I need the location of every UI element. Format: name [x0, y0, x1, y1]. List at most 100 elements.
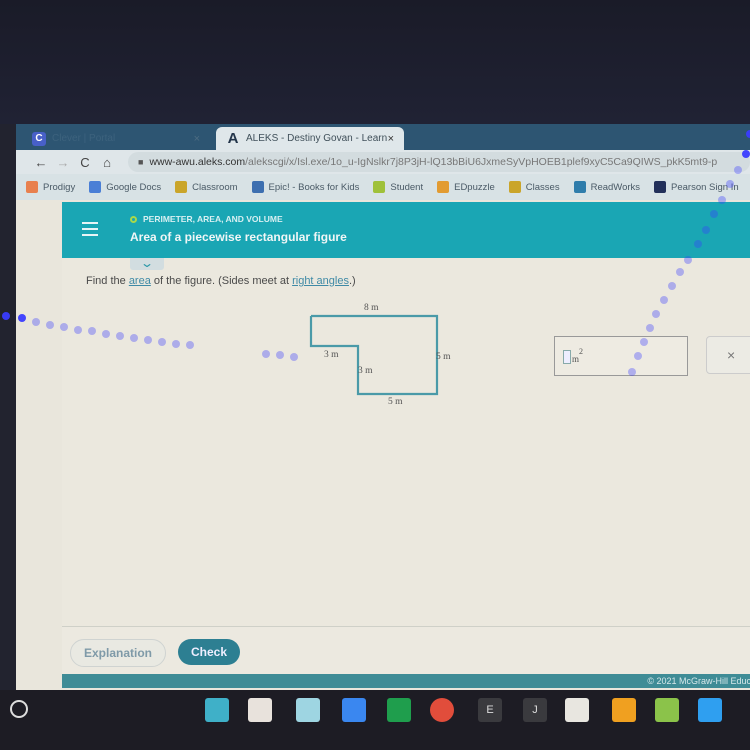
- pearson-icon: [654, 181, 667, 193]
- bookmark-label: Classes: [525, 181, 560, 193]
- bookmark-classes[interactable]: Classes: [508, 181, 560, 193]
- chrome-icon[interactable]: [430, 698, 454, 722]
- epic-icon: [251, 181, 264, 193]
- launcher-icon[interactable]: [10, 700, 28, 718]
- prodigy-icon: [26, 181, 38, 193]
- laser-dot: [116, 332, 124, 340]
- close-icon[interactable]: ×: [388, 133, 394, 145]
- laser-dot: [290, 353, 298, 361]
- monitor-edge: [0, 124, 16, 690]
- tab-clever[interactable]: C Clever | Portal ×: [22, 127, 210, 150]
- laser-dot: [130, 334, 138, 342]
- bookmarks-bar: Prodigy Google Docs Classroom Epic! - Books…: [16, 174, 750, 200]
- laser-dot: [172, 340, 180, 348]
- laser-dot: [88, 327, 96, 335]
- clever-icon: C: [32, 131, 46, 146]
- menu-icon[interactable]: [82, 222, 98, 240]
- prompt-text: .): [348, 275, 356, 287]
- clear-button[interactable]: ×: [706, 336, 750, 374]
- meet-icon[interactable]: [296, 698, 320, 722]
- tab-label: ALEKS - Destiny Govan - Learn: [246, 133, 388, 144]
- aleks-icon: A: [227, 130, 239, 147]
- laser-dot: [718, 196, 726, 204]
- topic-text: PERIMETER, AREA, AND VOLUME: [143, 214, 283, 224]
- check-button[interactable]: Check: [178, 639, 240, 665]
- bookmark-prodigy[interactable]: Prodigy: [26, 181, 75, 193]
- area-answer-input[interactable]: [563, 350, 571, 364]
- bookmark-label: Google Docs: [106, 181, 162, 193]
- close-icon[interactable]: ×: [194, 133, 200, 145]
- puzzle-icon[interactable]: [612, 698, 636, 722]
- right-angles-link[interactable]: right angles: [292, 275, 349, 287]
- bookmark-epic-books-for-kids[interactable]: Epic! - Books for Kids: [251, 181, 360, 193]
- laser-dot: [640, 338, 648, 346]
- os-shelf: EJ: [0, 690, 750, 750]
- area-link[interactable]: area: [129, 275, 151, 287]
- monitor-bezel: [0, 0, 750, 124]
- share-icon[interactable]: [655, 698, 679, 722]
- home-icon[interactable]: ⌂: [96, 155, 118, 170]
- close-icon: ×: [727, 347, 736, 363]
- tab-label: Clever | Portal: [52, 133, 116, 144]
- bookmark-google-docs[interactable]: Google Docs: [89, 181, 161, 193]
- bookmark-label: Prodigy: [43, 181, 76, 193]
- laser-dot: [676, 268, 684, 276]
- bookmark-readworks[interactable]: ReadWorks: [573, 181, 641, 193]
- unit-label: m2: [572, 347, 583, 364]
- lesson-title: Area of a piecewise rectangular figure: [130, 230, 347, 244]
- question-prompt: Find the area of the figure. (Sides meet…: [86, 275, 356, 287]
- blue-icon[interactable]: [698, 698, 722, 722]
- label-inner-vertical: 3 m: [358, 366, 373, 376]
- explanation-button[interactable]: Explanation: [70, 639, 166, 667]
- laser-dot: [684, 256, 692, 264]
- laser-dot: [60, 323, 68, 331]
- e-icon[interactable]: E: [478, 698, 502, 722]
- laser-dot: [660, 296, 668, 304]
- tab-aleks[interactable]: A ALEKS - Destiny Govan - Learn ×: [216, 127, 404, 150]
- gmail-icon[interactable]: [248, 698, 272, 722]
- classes-icon: [508, 181, 521, 193]
- laser-dot: [702, 226, 710, 234]
- laser-dot: [726, 180, 734, 188]
- back-icon[interactable]: ←: [30, 155, 52, 170]
- laser-dot: [102, 330, 110, 338]
- label-right: 5 m: [436, 352, 451, 362]
- laser-dot: [186, 341, 194, 349]
- j-icon[interactable]: J: [523, 698, 547, 722]
- laser-dot: [158, 338, 166, 346]
- forward-icon[interactable]: →: [52, 155, 74, 170]
- bookmark-edpuzzle[interactable]: EDpuzzle: [437, 181, 495, 193]
- reload-icon[interactable]: C: [74, 155, 96, 170]
- bookmark-label: Epic! - Books for Kids: [268, 181, 360, 193]
- bookmark-label: ReadWorks: [590, 181, 641, 193]
- classroom-icon[interactable]: [387, 698, 411, 722]
- classroom-icon: [175, 181, 188, 193]
- bookmark-label: Classroom: [192, 181, 238, 193]
- prodigy-icon[interactable]: [205, 698, 229, 722]
- address-bar[interactable]: ■ www-awu.aleks.com /alekscgi/x/Isl.exe/…: [128, 152, 750, 172]
- bookmark-label: EDpuzzle: [454, 181, 495, 193]
- bookmark-classroom[interactable]: Classroom: [175, 181, 238, 193]
- lock-icon: ■: [138, 157, 144, 167]
- url-path: /alekscgi/x/Isl.exe/1o_u-IgNslkr7j8P3jH-…: [245, 156, 718, 168]
- laser-dot: [628, 368, 636, 376]
- progress-dot-icon: [130, 215, 137, 223]
- url-host: www-awu.aleks.com: [149, 156, 246, 168]
- laser-dot: [46, 321, 54, 329]
- collapse-header-button[interactable]: ⌄: [130, 256, 164, 270]
- answer-box: m2: [554, 336, 688, 376]
- bookmark-student[interactable]: Student: [373, 181, 423, 193]
- topic-label: PERIMETER, AREA, AND VOLUME: [130, 214, 283, 224]
- chevron-down-icon: ⌄: [139, 256, 155, 270]
- laser-dot: [18, 314, 26, 322]
- laser-dot: [262, 350, 270, 358]
- laser-dot: [74, 326, 82, 334]
- piecewise-figure: 8 m 3 m 3 m 5 m 5 m: [309, 303, 451, 407]
- target-icon[interactable]: [565, 698, 589, 722]
- laser-dot: [144, 336, 152, 344]
- unit-exponent: 2: [579, 347, 584, 356]
- docs-icon[interactable]: [342, 698, 366, 722]
- copyright-footer: © 2021 McGraw-Hill Educa: [62, 674, 750, 688]
- laser-dot: [694, 240, 702, 248]
- laser-dot: [668, 282, 676, 290]
